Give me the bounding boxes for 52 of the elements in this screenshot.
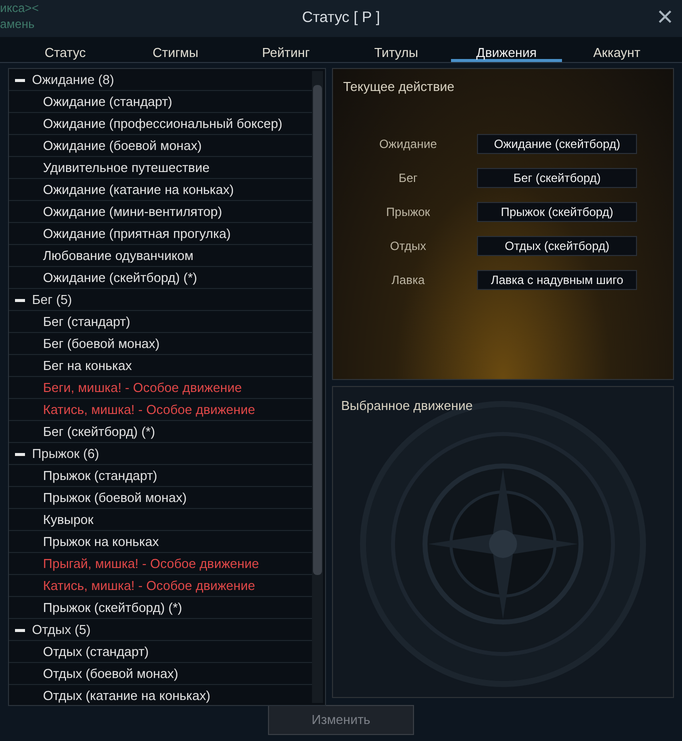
motion-item[interactable]: Бег (боевой монах) bbox=[43, 334, 160, 354]
window-title: Статус [ P ] bbox=[302, 8, 380, 28]
slot-label: Прыжок bbox=[385, 204, 432, 220]
motion-item[interactable]: Ожидание (скейтборд) (*) bbox=[43, 268, 198, 288]
motion-item[interactable]: Катись, мишка! - Особое движение bbox=[43, 576, 256, 596]
scrollbar[interactable] bbox=[312, 71, 324, 703]
tab[interactable]: Титулы bbox=[340, 37, 452, 62]
motion-item[interactable]: Отдых (боевой монах) bbox=[43, 664, 178, 684]
motion-item[interactable]: Прыжок на коньках bbox=[43, 532, 159, 552]
motion-slot[interactable]: Ожидание (скейтборд) bbox=[477, 134, 638, 154]
motion-slot[interactable]: Бег (скейтборд) bbox=[477, 168, 638, 188]
motion-item[interactable]: Прыжок (боевой монах) bbox=[43, 488, 187, 508]
motion-item[interactable]: Ожидание (приятная прогулка) bbox=[43, 224, 231, 244]
close-button[interactable]: × bbox=[652, 4, 678, 30]
motion-slot[interactable]: Отдых (скейтборд) bbox=[477, 236, 638, 256]
motion-item[interactable]: Ожидание (профессиональный боксер) bbox=[43, 114, 282, 134]
motion-slot[interactable]: Лавка с надувным шиго bbox=[477, 270, 638, 290]
panel-title: Выбранное движение bbox=[341, 397, 474, 415]
panel-title: Текущее действие bbox=[343, 78, 456, 96]
motion-item[interactable]: Бег (скейтборд) (*) bbox=[43, 422, 156, 442]
motion-item[interactable]: Любование одуванчиком bbox=[43, 246, 194, 266]
motion-item[interactable]: Ожидание (боевой монах) bbox=[43, 136, 202, 156]
group-label[interactable]: Отдых (5) bbox=[32, 620, 91, 640]
group-label[interactable]: Ожидание (8) bbox=[32, 70, 114, 90]
tab[interactable]: Рейтинг bbox=[230, 37, 341, 62]
tab[interactable]: Стигмы bbox=[120, 37, 231, 62]
slot-label: Бег bbox=[398, 170, 419, 186]
background-text: икса>< bbox=[0, 0, 39, 16]
motion-item[interactable]: Ожидание (мини-вентилятор) bbox=[43, 202, 222, 222]
background-text: амень bbox=[0, 16, 36, 32]
motion-item[interactable]: Прыжок (стандарт) bbox=[43, 466, 158, 486]
motion-item[interactable]: Бег на коньках bbox=[43, 356, 132, 376]
slot-label: Отдых bbox=[389, 238, 428, 254]
motion-slot[interactable]: Прыжок (скейтборд) bbox=[477, 202, 638, 222]
motion-item[interactable]: Ожидание (катание на коньках) bbox=[43, 180, 234, 200]
motion-item[interactable]: Катись, мишка! - Особое движение bbox=[43, 400, 256, 420]
motion-item[interactable]: Отдых (катание на коньках) bbox=[43, 686, 210, 705]
tab[interactable]: Движения bbox=[451, 37, 562, 62]
group-label[interactable]: Бег (5) bbox=[32, 290, 72, 310]
motion-item[interactable]: Бег (стандарт) bbox=[43, 312, 130, 332]
tab[interactable]: Аккаунт bbox=[562, 37, 672, 62]
slot-label: Лавка bbox=[390, 272, 426, 288]
motion-item[interactable]: Беги, мишка! - Особое движение bbox=[43, 378, 242, 398]
motion-item[interactable]: Удивительное путешествие bbox=[43, 158, 210, 178]
tab[interactable]: Статус bbox=[10, 37, 120, 62]
group-label[interactable]: Прыжок (6) bbox=[32, 444, 100, 464]
motion-item[interactable]: Отдых (стандарт) bbox=[43, 642, 149, 662]
motion-item[interactable]: Прыжок (скейтборд) (*) bbox=[43, 598, 182, 618]
motion-item[interactable]: Прыгай, мишка! - Особое движение bbox=[43, 554, 259, 574]
slot-label: Ожидание bbox=[378, 136, 438, 152]
motion-item[interactable]: Кувырок bbox=[43, 510, 94, 530]
motion-item[interactable]: Ожидание (стандарт) bbox=[43, 92, 172, 112]
